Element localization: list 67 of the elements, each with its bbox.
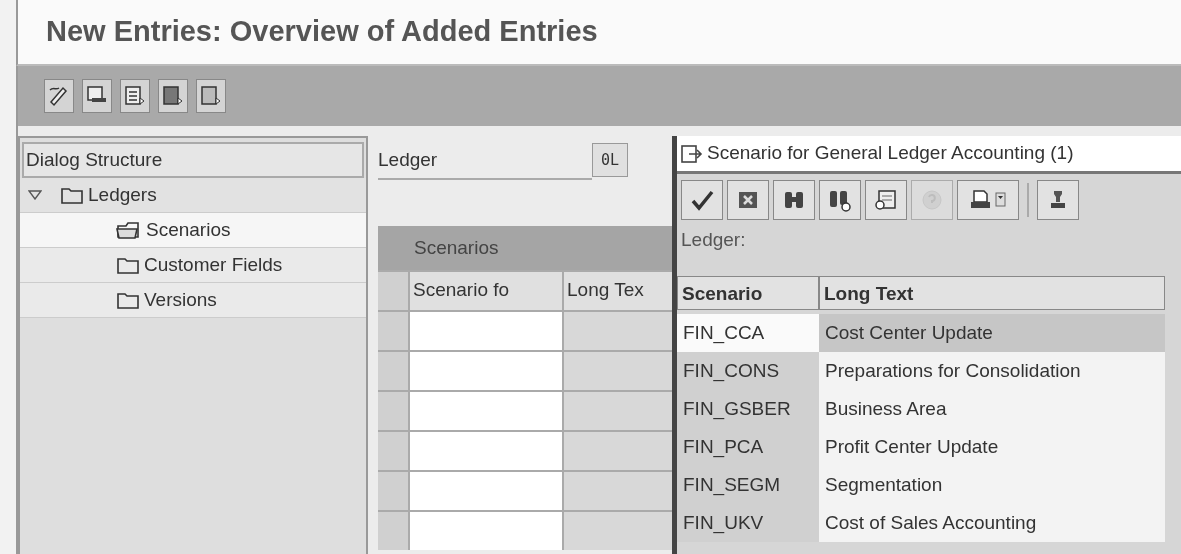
tree-label: Scenarios [146, 217, 231, 242]
table-cell[interactable]: FIN_CCA [677, 314, 819, 352]
row-selector[interactable] [378, 312, 408, 350]
table-icon [874, 188, 898, 212]
row-selector[interactable] [378, 392, 408, 430]
input-field[interactable] [410, 312, 562, 350]
table-cell[interactable]: FIN_SEGM [677, 466, 819, 504]
input-field[interactable] [410, 352, 562, 390]
toolbar-button[interactable] [681, 180, 723, 220]
document-arrow-icon [199, 84, 223, 108]
table-cell[interactable]: Preparations for Consolidation [819, 352, 1165, 390]
toolbar-button[interactable] [727, 180, 769, 220]
table-cell[interactable]: FIN_GSBER [677, 390, 819, 428]
ledger-field[interactable]: 0L [592, 143, 628, 177]
folder-icon [116, 290, 140, 310]
table-cell[interactable]: Cost of Sales Accounting [819, 504, 1165, 542]
document-arrow-icon [161, 84, 185, 108]
toolbar-button[interactable] [120, 79, 150, 113]
table-cell[interactable]: Profit Center Update [819, 428, 1165, 466]
tree-item[interactable]: Customer Fields [20, 248, 366, 283]
input-field[interactable] [410, 472, 562, 510]
input-field[interactable] [410, 392, 562, 430]
input-field[interactable] [410, 512, 562, 550]
toolbar-button[interactable] [865, 180, 907, 220]
column-header[interactable]: Scenario fo [410, 272, 562, 310]
tree-label: Ledgers [88, 182, 157, 207]
open-folder-icon [116, 220, 142, 240]
window-title: New Entries: Overview of Added Entries [46, 14, 598, 50]
toolbar-button[interactable] [158, 79, 188, 113]
row-selector[interactable] [378, 352, 408, 390]
tree-item[interactable]: Ledgers [20, 178, 366, 213]
tree-label: Customer Fields [144, 252, 283, 277]
help-icon [920, 188, 944, 212]
ledger-label: Ledger: [680, 228, 747, 252]
table-cell[interactable]: Cost Center Update [819, 314, 1165, 352]
toolbar-button[interactable] [1037, 180, 1079, 220]
tree-item[interactable]: Scenarios [20, 213, 366, 248]
row-selector[interactable] [378, 272, 408, 310]
toolbar-button[interactable] [44, 79, 74, 113]
toolbar-button[interactable] [82, 79, 112, 113]
table-cell[interactable]: FIN_UKV [677, 504, 819, 542]
tree-item[interactable]: Versions [20, 283, 366, 318]
column-header[interactable]: Long Tex [564, 272, 672, 310]
check-icon [690, 188, 714, 212]
toolbar-button[interactable] [773, 180, 815, 220]
table-cell[interactable]: Business Area [819, 390, 1165, 428]
row-selector[interactable] [378, 512, 408, 550]
toolbar-button[interactable] [957, 180, 1019, 220]
column-header[interactable]: Long Text [819, 276, 1165, 310]
toolbar-button[interactable] [196, 79, 226, 113]
tree-label: Versions [144, 287, 217, 312]
popup-title: Scenario for General Ledger Accounting (1) [707, 141, 1074, 166]
window-icon [681, 143, 703, 164]
row-selector[interactable] [378, 472, 408, 510]
table-title: Scenarios [378, 226, 672, 270]
folder-icon [60, 185, 84, 205]
input-field[interactable] [410, 432, 562, 470]
row-selector[interactable] [378, 432, 408, 470]
table-cell[interactable]: Segmentation [819, 466, 1165, 504]
expand-triangle-icon[interactable] [28, 190, 42, 200]
table-cell[interactable]: FIN_CONS [677, 352, 819, 390]
panel-title: Dialog Structure [22, 142, 364, 178]
column-header[interactable]: Scenario [677, 276, 819, 310]
toolbar-button[interactable] [819, 180, 861, 220]
list-icon [123, 84, 147, 108]
folder-icon [116, 255, 140, 275]
table-cell[interactable]: FIN_PCA [677, 428, 819, 466]
